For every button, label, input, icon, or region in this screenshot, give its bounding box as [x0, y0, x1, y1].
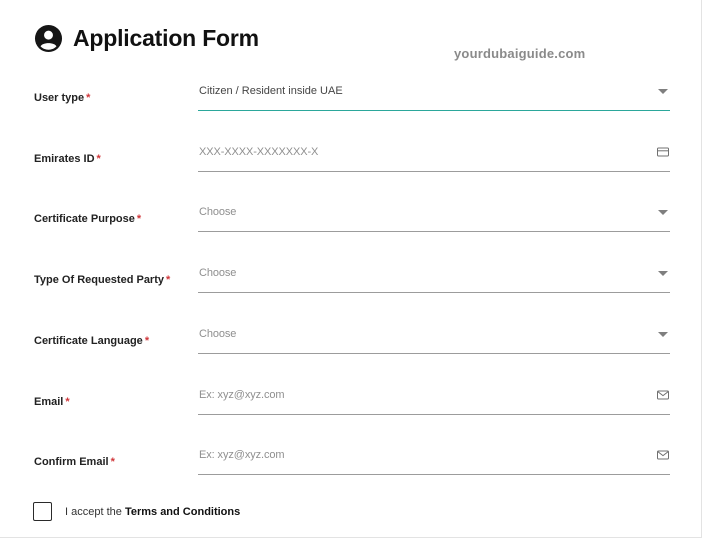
- user-type-row: User type * Citizen / Resident inside UAE: [0, 85, 703, 132]
- page-title: Application Form: [73, 25, 259, 51]
- email-row: Email * Ex: xyz@xyz.com: [0, 389, 703, 436]
- id-card-icon: [657, 147, 669, 157]
- emirates-id-label: Emirates ID *: [34, 153, 101, 165]
- confirm-email-input[interactable]: Ex: xyz@xyz.com: [198, 443, 670, 475]
- certificate-purpose-dropdown[interactable]: Choose: [198, 200, 670, 232]
- certificate-purpose-placeholder: Choose: [199, 206, 237, 218]
- required-marker: *: [110, 456, 115, 468]
- required-marker: *: [144, 335, 150, 347]
- confirm-email-row: Confirm Email * Ex: xyz@xyz.com: [0, 449, 703, 496]
- certificate-language-dropdown[interactable]: Choose: [198, 322, 670, 354]
- user-type-value: Citizen / Resident inside UAE: [199, 85, 343, 97]
- required-marker: *: [65, 396, 70, 408]
- watermark-text: yourdubaiguide.com: [454, 46, 586, 61]
- chevron-down-icon: [658, 332, 668, 337]
- chevron-down-icon: [658, 210, 668, 215]
- emirates-id-placeholder: XXX-XXXX-XXXXXXX-X: [199, 146, 319, 158]
- chevron-down-icon: [658, 89, 668, 94]
- envelope-icon: [657, 390, 669, 400]
- required-marker: *: [136, 213, 142, 225]
- user-type-dropdown[interactable]: Citizen / Resident inside UAE: [198, 79, 670, 111]
- confirm-email-placeholder: Ex: xyz@xyz.com: [199, 449, 285, 461]
- terms-text: I accept the Terms and Conditions: [65, 505, 241, 518]
- chevron-down-icon: [658, 271, 668, 276]
- requested-party-placeholder: Choose: [199, 267, 237, 279]
- certificate-language-placeholder: Choose: [199, 328, 237, 340]
- terms-link[interactable]: Terms and Conditions: [125, 506, 240, 518]
- required-marker: *: [96, 153, 101, 165]
- terms-row: I accept the Terms and Conditions: [33, 502, 240, 521]
- certificate-language-row: Certificate Language * Choose: [0, 328, 703, 375]
- terms-checkbox[interactable]: [33, 502, 52, 521]
- emirates-id-row: Emirates ID * XXX-XXXX-XXXXXXX-X: [0, 146, 703, 193]
- requested-party-row: Type Of Requested Party * Choose: [0, 267, 703, 314]
- envelope-icon: [657, 450, 669, 460]
- user-account-icon: [34, 24, 63, 53]
- confirm-email-label: Confirm Email *: [34, 456, 115, 468]
- user-type-label: User type *: [34, 92, 91, 104]
- requested-party-dropdown[interactable]: Choose: [198, 261, 670, 293]
- email-input[interactable]: Ex: xyz@xyz.com: [198, 383, 670, 415]
- certificate-purpose-label: Certificate Purpose *: [34, 213, 142, 225]
- email-placeholder: Ex: xyz@xyz.com: [199, 389, 285, 401]
- email-label: Email *: [34, 396, 70, 408]
- certificate-purpose-row: Certificate Purpose * Choose: [0, 206, 703, 253]
- form-header: Application Form: [34, 24, 259, 53]
- emirates-id-input[interactable]: XXX-XXXX-XXXXXXX-X: [198, 140, 670, 172]
- required-marker: *: [86, 92, 91, 104]
- requested-party-label: Type Of Requested Party *: [34, 274, 171, 286]
- certificate-language-label: Certificate Language *: [34, 335, 150, 347]
- required-marker: *: [166, 274, 171, 286]
